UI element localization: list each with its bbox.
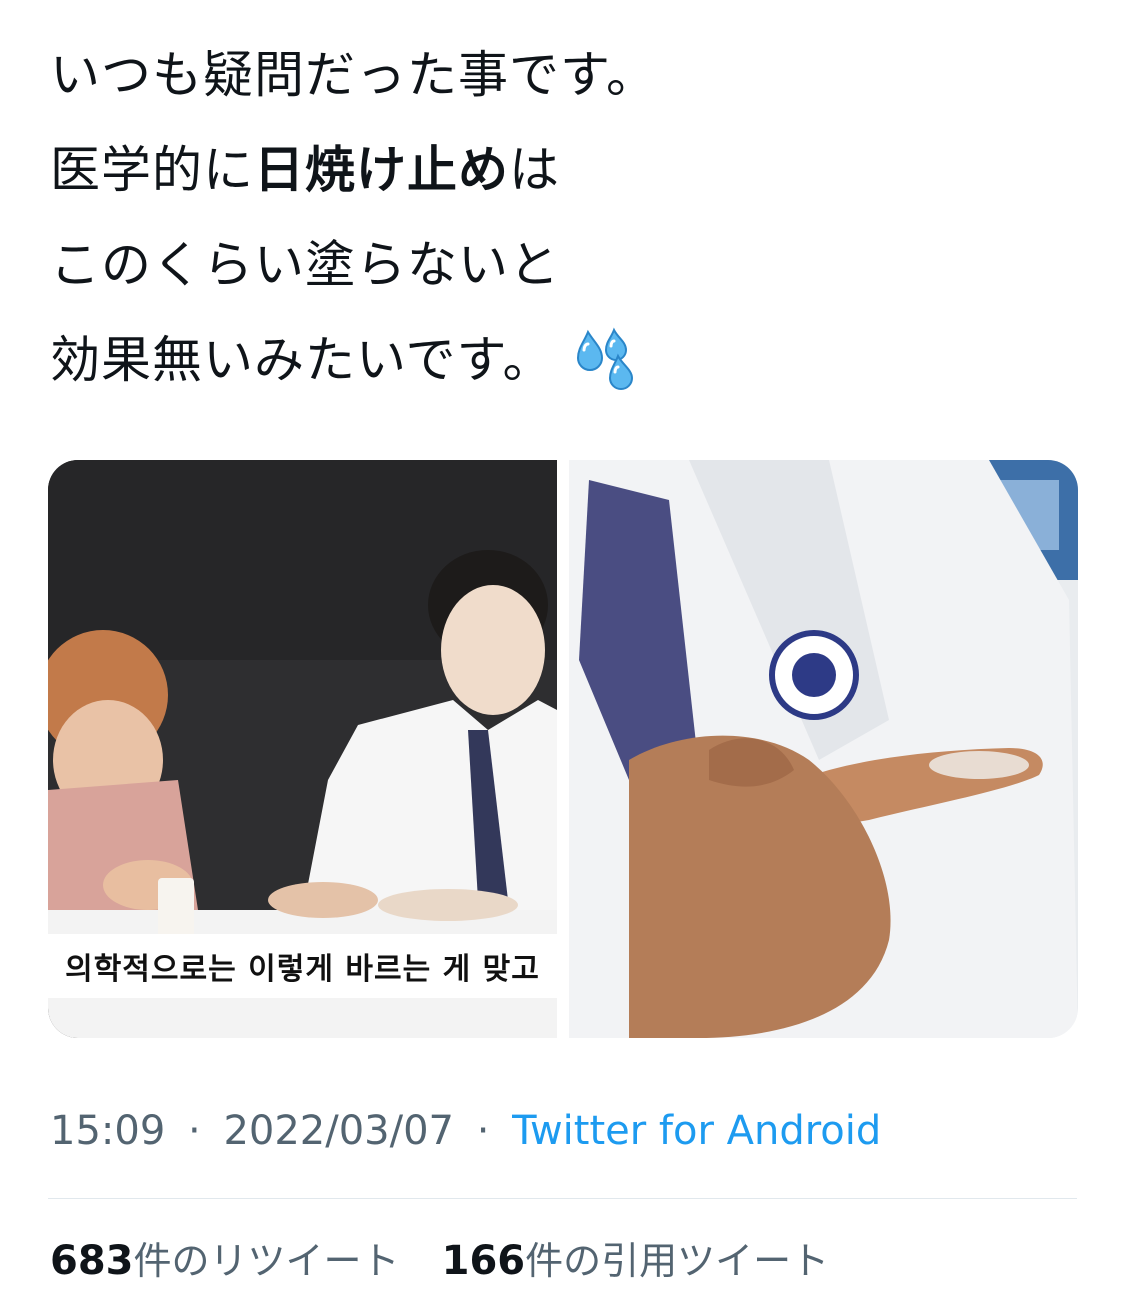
tweet-source-link[interactable]: Twitter for Android <box>512 1108 881 1154</box>
meta-separator: · <box>476 1108 490 1154</box>
tweet-meta: 15:09 · 2022/03/07 · Twitter for Android <box>50 1108 881 1154</box>
retweets-stat[interactable]: 683件のリツイート <box>50 1230 400 1285</box>
retweets-count: 683 <box>50 1238 134 1284</box>
media-caption: 의학적으로는 이렇게 바르는 게 맞고 <box>48 934 557 998</box>
tweet-text: いつも疑問だった事です。 医学的に日焼け止めは このくらい塗らないと 効果無いみ… <box>50 28 1080 408</box>
tweet-line-1: いつも疑問だった事です。 <box>50 46 657 104</box>
retweets-label: 件のリツイート <box>133 1239 400 1283</box>
divider <box>48 1198 1077 1199</box>
sweat-droplets-icon <box>574 326 638 390</box>
tweet-line-4-text: 効果無いみたいです。 <box>50 331 554 389</box>
tweet-stats: 683件のリツイート 166件の引用ツイート <box>50 1230 829 1285</box>
tweet-media: 의학적으로는 이렇게 바르는 게 맞고 <box>48 460 1078 1038</box>
hand-photo-image <box>569 460 1078 1038</box>
tweet-line-2-bold: 日焼け止め <box>254 141 509 199</box>
media-photo-left[interactable]: 의학적으로는 이렇게 바르는 게 맞고 <box>48 460 557 1038</box>
tweet-line-3: このくらい塗らないと <box>50 236 560 294</box>
tweet-line-2-start: 医学的に <box>50 141 254 199</box>
quotes-count: 166 <box>441 1238 526 1284</box>
tweet-line-4: 効果無いみたいです。 <box>50 313 1080 408</box>
tweet-line-2: 医学的に日焼け止めは <box>50 123 1080 218</box>
tweet-time[interactable]: 15:09 <box>50 1108 165 1154</box>
tweet-date[interactable]: 2022/03/07 <box>223 1108 454 1154</box>
meta-separator: · <box>188 1108 201 1154</box>
tweet-line-2-end: は <box>509 141 560 199</box>
quotes-label: 件の引用ツイート <box>525 1239 830 1283</box>
quotes-stat[interactable]: 166件の引用ツイート <box>442 1230 830 1285</box>
media-photo-right[interactable] <box>569 460 1078 1038</box>
